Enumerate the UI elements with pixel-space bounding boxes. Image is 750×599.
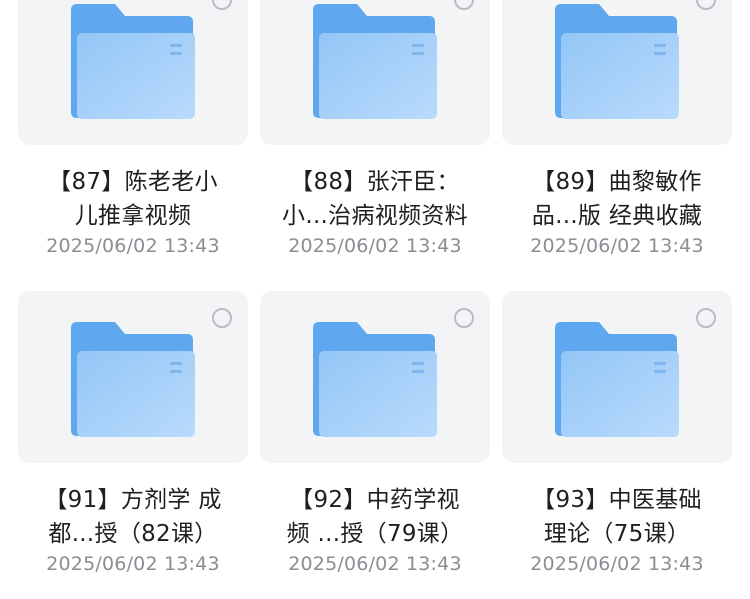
file-name-line1: 【93】中医基础 bbox=[532, 487, 702, 513]
file-date: 2025/06/02 13:43 bbox=[46, 235, 220, 257]
file-name-line1: 【91】方剂学 成 bbox=[44, 487, 222, 513]
file-thumbnail[interactable] bbox=[502, 291, 732, 463]
select-circle-icon[interactable] bbox=[212, 308, 232, 328]
file-name-line2: 频 ...授（79课） bbox=[286, 521, 464, 547]
folder-icon bbox=[313, 322, 437, 437]
file-date: 2025/06/02 13:43 bbox=[288, 235, 462, 257]
file-name-line2: 理论（75课） bbox=[543, 521, 691, 547]
select-circle-icon[interactable] bbox=[696, 0, 716, 10]
file-name: 【87】陈老老小 儿推拿视频 bbox=[18, 165, 248, 233]
folder-icon bbox=[313, 4, 437, 119]
select-circle-icon[interactable] bbox=[454, 0, 474, 10]
folder-icon bbox=[555, 4, 679, 119]
folder-icon bbox=[555, 322, 679, 437]
select-circle-icon[interactable] bbox=[454, 308, 474, 328]
file-name: 【92】中药学视 频 ...授（79课） bbox=[260, 483, 490, 551]
file-date: 2025/06/02 13:43 bbox=[288, 553, 462, 575]
file-date: 2025/06/02 13:43 bbox=[530, 235, 704, 257]
folder-icon bbox=[71, 322, 195, 437]
file-name-line1: 【92】中药学视 bbox=[290, 487, 460, 513]
file-grid: 【87】陈老老小 儿推拿视频 2025/06/02 13:43 【88】张汗臣：… bbox=[0, 0, 750, 599]
file-thumbnail[interactable] bbox=[502, 0, 732, 145]
file-thumbnail[interactable] bbox=[18, 0, 248, 145]
file-name-line2: 儿推拿视频 bbox=[74, 203, 192, 229]
file-thumbnail[interactable] bbox=[260, 291, 490, 463]
file-thumbnail[interactable] bbox=[260, 0, 490, 145]
file-date: 2025/06/02 13:43 bbox=[530, 553, 704, 575]
file-name-line2: 品...版 经典收藏 bbox=[531, 203, 703, 229]
file-name: 【88】张汗臣： 小...治病视频资料 bbox=[260, 165, 490, 233]
file-date: 2025/06/02 13:43 bbox=[46, 553, 220, 575]
select-circle-icon[interactable] bbox=[696, 308, 716, 328]
file-name-line1: 【89】曲黎敏作 bbox=[532, 169, 702, 195]
file-thumbnail[interactable] bbox=[18, 291, 248, 463]
file-name-line1: 【87】陈老老小 bbox=[48, 169, 218, 195]
folder-icon bbox=[71, 4, 195, 119]
file-name-line1: 【88】张汗臣： bbox=[290, 169, 460, 195]
file-name: 【93】中医基础 理论（75课） bbox=[502, 483, 732, 551]
select-circle-icon[interactable] bbox=[212, 0, 232, 10]
file-name-line2: 小...治病视频资料 bbox=[282, 203, 468, 229]
file-name: 【89】曲黎敏作 品...版 经典收藏 bbox=[502, 165, 732, 233]
file-name-line2: 都...授（82课） bbox=[48, 521, 218, 547]
file-name: 【91】方剂学 成 都...授（82课） bbox=[18, 483, 248, 551]
